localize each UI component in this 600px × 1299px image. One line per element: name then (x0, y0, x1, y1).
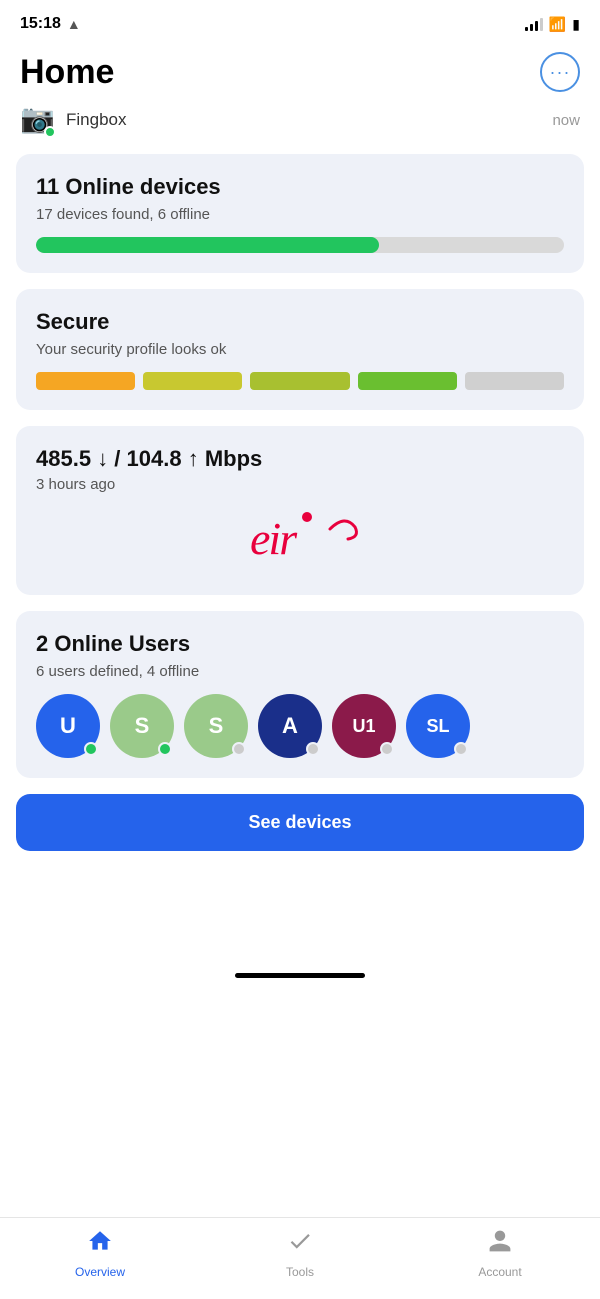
account-icon (487, 1228, 513, 1261)
nav-tools-label: Tools (286, 1265, 314, 1279)
security-bar-1 (36, 372, 135, 390)
time-display: 15:18 (20, 15, 61, 33)
eir-logo-text: eir (240, 509, 360, 575)
nav-overview-label: Overview (75, 1265, 125, 1279)
speed-time: 3 hours ago (36, 476, 564, 493)
more-button[interactable]: ··· (540, 52, 580, 92)
users-avatars: U S S A U1 SL (36, 694, 564, 758)
fingbox-time: now (552, 112, 580, 129)
speed-unit: Mbps (205, 446, 262, 471)
nav-account-label: Account (478, 1265, 521, 1279)
secure-subtitle: Your security profile looks ok (36, 341, 564, 358)
header: Home ··· (0, 44, 600, 96)
status-bar: 15:18 ▲ 📶 ▮ (0, 0, 600, 44)
user-s2-status (232, 742, 246, 756)
home-icon (87, 1228, 113, 1261)
devices-progress-fill (36, 237, 379, 253)
secure-card: Secure Your security profile looks ok (16, 289, 584, 410)
status-icons: 📶 ▮ (525, 16, 580, 33)
online-devices-title: 11 Online devices (36, 174, 564, 200)
security-bar-5 (465, 372, 564, 390)
user-avatar-u1: U1 (332, 694, 396, 758)
upload-speed: 104.8 (127, 446, 182, 471)
battery-icon: ▮ (572, 16, 580, 33)
user-avatar-s2: S (184, 694, 248, 758)
user-avatar-a: A (258, 694, 322, 758)
tools-icon (287, 1228, 313, 1261)
fingbox-info: 📷 Fingbox (20, 102, 126, 138)
security-bar-2 (143, 372, 242, 390)
isp-logo: eir (36, 509, 564, 575)
online-users-title: 2 Online Users (36, 631, 564, 657)
security-bar-4 (358, 372, 457, 390)
see-devices-button[interactable]: See devices (16, 794, 584, 851)
fingbox-row: 📷 Fingbox now (0, 96, 600, 154)
signal-bars-icon (525, 17, 543, 31)
secure-title: Secure (36, 309, 564, 335)
user-avatar-sl: SL (406, 694, 470, 758)
fingbox-name: Fingbox (66, 110, 126, 130)
nav-item-overview[interactable]: Overview (60, 1228, 140, 1279)
user-sl-status (454, 742, 468, 756)
nav-item-account[interactable]: Account (460, 1228, 540, 1279)
user-avatar-s1: S (110, 694, 174, 758)
security-bars (36, 372, 564, 390)
user-avatar-u: U (36, 694, 100, 758)
user-u-status (84, 742, 98, 756)
speed-title: 485.5 ↓ / 104.8 ↑ Mbps (36, 446, 564, 472)
user-s1-status (158, 742, 172, 756)
svg-text:eir: eir (250, 513, 298, 564)
download-arrow: ↓ / (97, 446, 126, 471)
security-bar-3 (250, 372, 349, 390)
user-a-status (306, 742, 320, 756)
eir-svg: eir (240, 509, 360, 564)
online-users-subtitle: 6 users defined, 4 offline (36, 663, 564, 680)
devices-progress-bar (36, 237, 564, 253)
status-time: 15:18 ▲ (20, 15, 81, 33)
page-title: Home (20, 53, 114, 92)
nav-item-tools[interactable]: Tools (260, 1228, 340, 1279)
user-u1-status (380, 742, 394, 756)
download-speed: 485.5 (36, 446, 91, 471)
online-devices-subtitle: 17 devices found, 6 offline (36, 206, 564, 223)
online-devices-card: 11 Online devices 17 devices found, 6 of… (16, 154, 584, 273)
bottom-nav: Overview Tools Account (0, 1217, 600, 1299)
home-indicator (235, 973, 365, 978)
wifi-icon: 📶 (549, 16, 566, 33)
upload-arrow: ↑ (188, 446, 205, 471)
online-dot (44, 126, 56, 138)
location-arrow-icon: ▲ (67, 16, 81, 32)
fingbox-icon: 📷 (20, 102, 56, 138)
online-users-card: 2 Online Users 6 users defined, 4 offlin… (16, 611, 584, 778)
speed-card: 485.5 ↓ / 104.8 ↑ Mbps 3 hours ago eir (16, 426, 584, 595)
